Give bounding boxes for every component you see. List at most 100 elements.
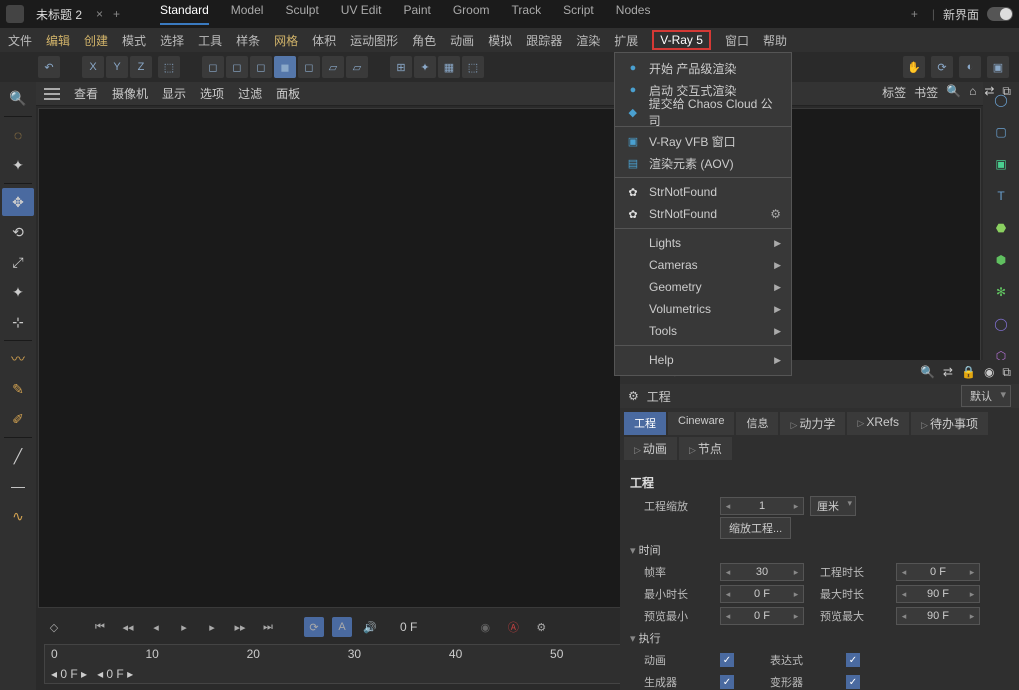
vray-menu-item[interactable]: Cameras▶: [615, 254, 791, 276]
sketch-tool[interactable]: ✐: [2, 405, 34, 433]
goto-start-icon[interactable]: ⏮: [90, 617, 110, 637]
time-section[interactable]: 时间: [630, 539, 1009, 561]
scale-tool[interactable]: ⤢: [2, 248, 34, 276]
rect-icon[interactable]: ▢: [987, 118, 1015, 146]
menu-volume[interactable]: 体积: [312, 32, 336, 49]
layout-nodes[interactable]: Nodes: [616, 3, 651, 25]
menu-render[interactable]: 渲染: [576, 32, 600, 49]
menu-file[interactable]: 文件: [8, 32, 32, 49]
tab-cineware[interactable]: Cineware: [668, 412, 734, 435]
vp-camera[interactable]: 摄像机: [112, 85, 148, 102]
popout-icon[interactable]: ⧉: [1002, 365, 1011, 380]
tab-project[interactable]: 工程: [624, 412, 666, 435]
layout-uvedit[interactable]: UV Edit: [341, 3, 382, 25]
grid-icon[interactable]: ▦: [438, 56, 460, 78]
vray-menu-item[interactable]: ●开始 产品级渲染: [615, 57, 791, 79]
hand-icon[interactable]: ✋: [903, 56, 925, 78]
vray-menu-item[interactable]: Geometry▶: [615, 276, 791, 298]
vray-menu-item[interactable]: ▤渲染元素 (AOV): [615, 152, 791, 174]
axis-x-icon[interactable]: X: [82, 56, 104, 78]
cube3-icon[interactable]: ◻: [250, 56, 272, 78]
layout-script[interactable]: Script: [563, 3, 594, 25]
coord-icon[interactable]: ⬚: [158, 56, 180, 78]
menu-simulate[interactable]: 模拟: [488, 32, 512, 49]
box-icon[interactable]: ▣: [987, 150, 1015, 178]
range-start2[interactable]: 0 F: [106, 667, 123, 681]
vray-menu-item[interactable]: ✿StrNotFound: [615, 181, 791, 203]
menu-mograph[interactable]: 运动图形: [350, 32, 398, 49]
line-tool[interactable]: —: [2, 472, 34, 500]
newui-toggle[interactable]: [987, 7, 1013, 21]
menu-spline[interactable]: 样条: [236, 32, 260, 49]
cube5-icon[interactable]: ◻: [298, 56, 320, 78]
search-icon[interactable]: 🔍: [2, 84, 34, 112]
auto-icon[interactable]: Ⓐ: [503, 617, 523, 637]
plane-icon[interactable]: ▱: [322, 56, 344, 78]
tab-dynamics[interactable]: ▷动力学: [780, 412, 845, 435]
gen-check[interactable]: ✓: [720, 675, 734, 689]
search-icon[interactable]: 🔍: [946, 84, 961, 101]
loop-icon[interactable]: ⟳: [304, 617, 324, 637]
minlen-input[interactable]: ◂0 F▸: [720, 585, 804, 603]
preset-combo[interactable]: 默认: [961, 385, 1011, 407]
menu-tracker[interactable]: 跟踪器: [526, 32, 562, 49]
field-icon[interactable]: ◯: [987, 310, 1015, 338]
opt-icon[interactable]: ◐: [959, 56, 981, 78]
home-icon[interactable]: ⌂: [969, 84, 976, 101]
scale-input[interactable]: ◂1▸: [720, 497, 804, 515]
layout-icon[interactable]: ▣: [987, 56, 1009, 78]
sync-icon[interactable]: ⇄: [943, 365, 953, 380]
undo-icon[interactable]: ↶: [38, 56, 60, 78]
layout-model[interactable]: Model: [231, 3, 264, 25]
sound-icon[interactable]: 🔊: [360, 617, 380, 637]
vp-filter[interactable]: 过滤: [238, 85, 262, 102]
projlen-input[interactable]: ◂0 F▸: [896, 563, 980, 581]
expr-check[interactable]: ✓: [846, 653, 860, 667]
vray-menu-item[interactable]: ◆提交给 Chaos Cloud 公司: [615, 101, 791, 123]
prevmin-input[interactable]: ◂0 F▸: [720, 607, 804, 625]
maxlen-input[interactable]: ◂90 F▸: [896, 585, 980, 603]
deform-check[interactable]: ✓: [846, 675, 860, 689]
layout-paint[interactable]: Paint: [403, 3, 430, 25]
effector-icon[interactable]: ✻: [987, 278, 1015, 306]
doc-tab[interactable]: 未标题 2: [28, 2, 90, 27]
record-icon[interactable]: ◉: [475, 617, 495, 637]
pen-tool[interactable]: ✎: [2, 375, 34, 403]
cube-icon[interactable]: ◻: [202, 56, 224, 78]
gear-tool[interactable]: ✦: [2, 151, 34, 179]
menu-select[interactable]: 选择: [160, 32, 184, 49]
layout-standard[interactable]: Standard: [160, 3, 209, 25]
snap3-icon[interactable]: ⬚: [462, 56, 484, 78]
prev-frame-icon[interactable]: ◂: [146, 617, 166, 637]
menu-mesh[interactable]: 网格: [274, 32, 298, 49]
tab-anim[interactable]: ▷动画: [624, 437, 677, 460]
layout-track[interactable]: Track: [512, 3, 542, 25]
next-key-icon[interactable]: ▸▸: [230, 617, 250, 637]
tab-info[interactable]: 信息: [736, 412, 778, 435]
pin-icon[interactable]: ◉: [984, 365, 994, 380]
snap2-icon[interactable]: ✦: [414, 56, 436, 78]
vp-options[interactable]: 选项: [200, 85, 224, 102]
menu-mode[interactable]: 模式: [122, 32, 146, 49]
menu-edit[interactable]: 编辑: [46, 32, 70, 49]
history-icon[interactable]: ⟳: [931, 56, 953, 78]
search-icon[interactable]: 🔍: [920, 365, 935, 380]
range-start[interactable]: 0 F: [60, 667, 77, 681]
vray-menu-item[interactable]: Tools▶: [615, 320, 791, 342]
scale-project-button[interactable]: 缩放工程...: [720, 517, 791, 539]
gear-icon[interactable]: ⚙: [770, 207, 781, 221]
lock-icon[interactable]: 🔒: [961, 365, 976, 380]
autokey-icon[interactable]: A: [332, 617, 352, 637]
play-icon[interactable]: ▸: [174, 617, 194, 637]
plane2-icon[interactable]: ▱: [346, 56, 368, 78]
select-tool[interactable]: ◌: [2, 121, 34, 149]
menu-window[interactable]: 窗口: [725, 32, 749, 49]
next-frame-icon[interactable]: ▸: [202, 617, 222, 637]
vray-menu-item[interactable]: Lights▶: [615, 232, 791, 254]
vray-menu-item[interactable]: Volumetrics▶: [615, 298, 791, 320]
vp-panel[interactable]: 面板: [276, 85, 300, 102]
new-tab-icon[interactable]: +: [107, 7, 126, 21]
layout-groom[interactable]: Groom: [453, 3, 490, 25]
vray-menu-item[interactable]: ▣V-Ray VFB 窗口: [615, 130, 791, 152]
axis-z-icon[interactable]: Z: [130, 56, 152, 78]
